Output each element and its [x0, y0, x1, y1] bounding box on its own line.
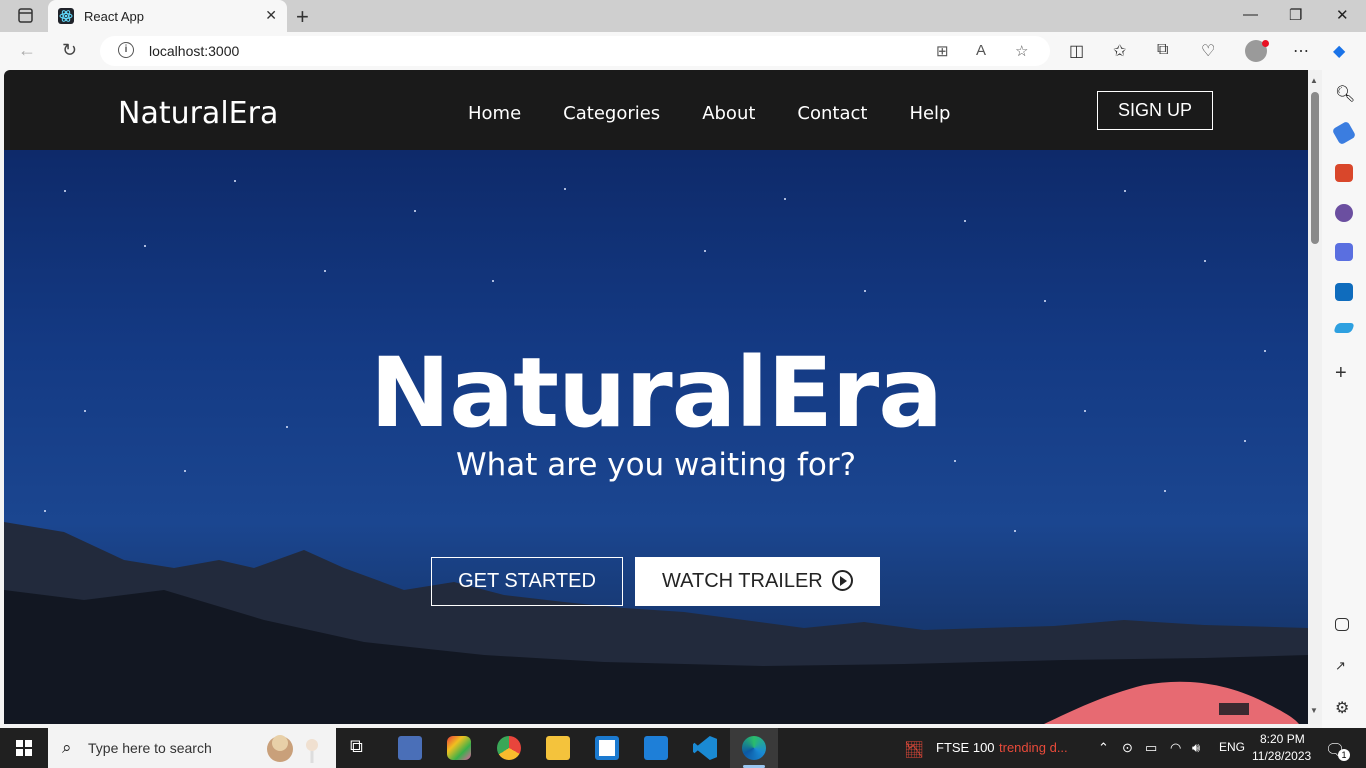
chevron-up-icon[interactable]: ⌃	[1098, 740, 1109, 756]
get-started-button[interactable]: GET STARTED	[431, 557, 623, 606]
copilot-icon[interactable]: ◆	[1333, 41, 1345, 61]
games-icon[interactable]	[1335, 204, 1353, 222]
back-arrow-icon[interactable]: ←	[18, 40, 36, 61]
sign-up-button[interactable]: SIGN UP	[1097, 91, 1213, 130]
hero-subtitle: What are you waiting for?	[455, 447, 857, 483]
more-options-icon[interactable]: ⋯	[1293, 41, 1309, 61]
microsoft-365-icon[interactable]	[1335, 243, 1353, 261]
nav-link-help[interactable]: Help	[909, 103, 950, 124]
nav-link-categories[interactable]: Categories	[563, 103, 660, 124]
search-icon[interactable]: 🔍︎	[1335, 84, 1355, 103]
notification-count-badge: 1	[1338, 749, 1350, 761]
scroll-down-arrow-icon[interactable]: ▼	[1310, 706, 1318, 715]
new-tab-button[interactable]: +	[296, 4, 309, 30]
close-window-button[interactable]: ✕	[1336, 6, 1349, 24]
react-icon	[58, 8, 74, 24]
refresh-icon[interactable]: ↻	[62, 40, 77, 61]
file-explorer-icon[interactable]	[546, 736, 570, 760]
mail-icon[interactable]	[644, 736, 668, 760]
edge-icon[interactable]	[742, 736, 766, 760]
scroll-thumb[interactable]	[1311, 92, 1319, 244]
favorite-star-icon[interactable]: ☆	[1015, 42, 1028, 60]
edge-sidebar: 🔍︎ + ↗ ⚙	[1322, 70, 1366, 728]
browser-toolbar: ← ↻ i localhost:3000 ⊞ A ☆ ◫ ✩ ⧉ ♡ ⋯ ◆	[0, 32, 1366, 70]
url-text[interactable]: localhost:3000	[149, 43, 239, 59]
media-app-icon[interactable]	[398, 736, 422, 760]
outlook-icon[interactable]	[1335, 283, 1353, 301]
split-screen-icon[interactable]: ◫	[1069, 41, 1084, 61]
play-circle-icon	[832, 570, 853, 591]
nav-link-home[interactable]: Home	[468, 103, 521, 124]
watch-trailer-label: WATCH TRAILER	[662, 570, 823, 592]
office-apps-icon[interactable]	[447, 736, 471, 760]
stock-name[interactable]: FTSE 100	[936, 740, 995, 755]
tab-actions-icon[interactable]	[10, 7, 38, 25]
site-brand-logo[interactable]: NaturalEra	[118, 96, 278, 131]
microsoft-store-icon[interactable]	[595, 736, 619, 760]
read-aloud-icon[interactable]: A	[976, 42, 986, 59]
battery-icon[interactable]: ▭	[1145, 740, 1157, 756]
app-available-icon[interactable]: ⊞	[936, 42, 949, 60]
page-scrollbar[interactable]: ▲ ▼	[1308, 70, 1322, 724]
browser-essentials-icon[interactable]: ♡	[1201, 41, 1215, 61]
page-viewport: NaturalEra Home Categories About Contact…	[4, 70, 1308, 724]
stock-down-chart-icon[interactable]: 📉︎	[904, 740, 924, 760]
collections-icon[interactable]: ⧉	[1157, 41, 1168, 59]
volume-icon[interactable]: 🔊︎	[1192, 740, 1200, 756]
search-highlight-illustration	[267, 735, 318, 763]
wifi-icon[interactable]: ◠	[1170, 740, 1181, 756]
windows-taskbar: ⌕ Type here to search ⧉ 📉︎ FTSE 100 tren…	[0, 728, 1366, 768]
chrome-icon[interactable]	[497, 736, 521, 760]
windows-start-icon[interactable]	[16, 740, 32, 756]
language-indicator[interactable]: ENG	[1219, 740, 1245, 754]
search-icon: ⌕	[62, 738, 72, 757]
hero-title: NaturalEra	[369, 337, 943, 449]
clock-date[interactable]: 11/28/2023	[1252, 749, 1311, 763]
clock-time[interactable]: 8:20 PM	[1260, 732, 1305, 746]
shopping-icon[interactable]	[1331, 120, 1357, 146]
address-bar[interactable]: i localhost:3000 ⊞ A ☆	[100, 36, 1050, 66]
scroll-up-arrow-icon[interactable]: ▲	[1310, 76, 1318, 85]
drop-icon[interactable]	[1333, 323, 1355, 333]
browser-tab-react-app[interactable]: React App ✕	[48, 0, 287, 32]
taskbar-search-placeholder: Type here to search	[88, 740, 212, 756]
tools-icon[interactable]	[1335, 164, 1353, 182]
meet-now-icon[interactable]: ⊙	[1122, 740, 1133, 756]
site-nav-menu: Home Categories About Contact Help	[468, 103, 992, 124]
stock-status[interactable]: trending d...	[999, 740, 1068, 755]
task-view-icon[interactable]: ⧉	[350, 736, 374, 760]
hide-sidebar-icon[interactable]	[1335, 618, 1349, 631]
favorites-icon[interactable]: ✩	[1113, 41, 1126, 61]
add-icon[interactable]: +	[1335, 362, 1353, 384]
nav-link-contact[interactable]: Contact	[797, 103, 867, 124]
minimize-button[interactable]: —	[1243, 6, 1258, 23]
vscode-icon[interactable]	[693, 736, 717, 760]
profile-notification-dot	[1262, 40, 1269, 47]
close-tab-icon[interactable]: ✕	[265, 7, 277, 24]
nav-link-about[interactable]: About	[702, 103, 755, 124]
hero-section: NaturalEra What are you waiting for? GET…	[4, 150, 1308, 724]
site-info-icon[interactable]: i	[118, 42, 134, 58]
external-link-icon[interactable]: ↗	[1335, 658, 1353, 676]
watch-trailer-button[interactable]: WATCH TRAILER	[635, 557, 880, 606]
tab-title: React App	[84, 9, 144, 24]
restore-button[interactable]: ❐	[1289, 6, 1302, 24]
browser-titlebar: React App ✕ + — ❐ ✕	[0, 0, 1366, 32]
taskbar-search[interactable]: ⌕ Type here to search	[48, 728, 336, 768]
site-navbar: NaturalEra Home Categories About Contact…	[4, 70, 1308, 150]
settings-gear-icon[interactable]: ⚙	[1335, 698, 1353, 717]
